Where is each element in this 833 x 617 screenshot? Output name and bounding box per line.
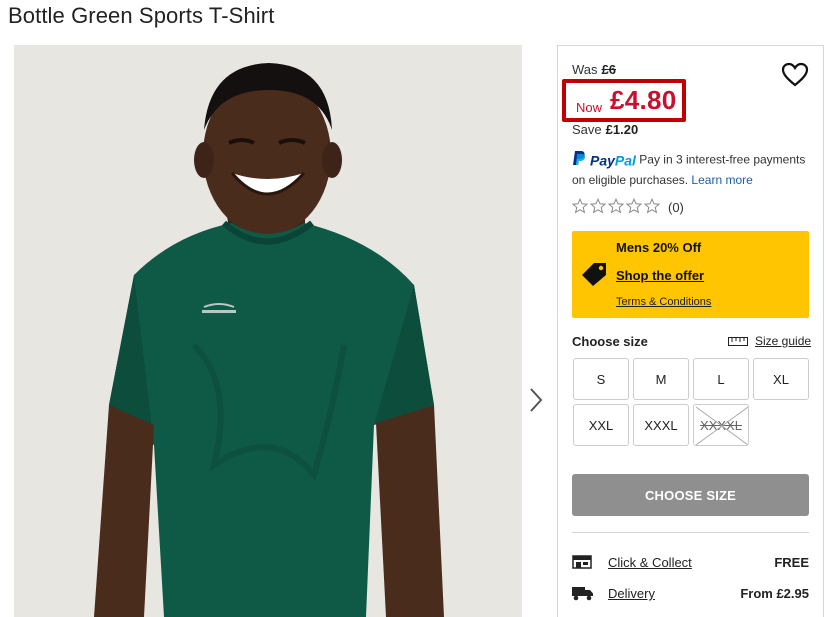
click-collect-price: FREE <box>774 555 809 570</box>
review-count: (0) <box>668 200 684 215</box>
learn-more-link[interactable]: Learn more <box>691 173 752 187</box>
next-image-button[interactable] <box>527 386 545 414</box>
delivery-price: From £2.95 <box>740 586 809 601</box>
price-tag-icon <box>580 261 608 292</box>
product-title: Bottle Green Sports T-Shirt <box>8 3 275 28</box>
heart-icon <box>781 62 809 87</box>
star-icon <box>644 198 660 214</box>
chevron-right-icon <box>530 388 543 412</box>
size-option-xxxxl: XXXXL <box>693 404 749 446</box>
delivery-row: Delivery From £2.95 <box>572 584 809 604</box>
product-photo <box>14 45 522 617</box>
now-label: Now <box>576 100 603 115</box>
paypal-installments: PayPal Pay in 3 interest-free payments o… <box>572 150 817 189</box>
now-price-highlight: Now £4.80 <box>562 79 686 122</box>
delivery-link[interactable]: Delivery <box>608 586 655 601</box>
now-value: £4.80 <box>610 85 677 115</box>
was-price: Was £6 <box>572 62 616 77</box>
ruler-icon <box>728 337 748 346</box>
divider <box>572 532 809 533</box>
paypal-wordmark: PayPal <box>590 152 636 169</box>
product-details-panel: Was £6 Now £4.80 Save £1.20 PayPal Pay in … <box>557 45 824 617</box>
size-option-l[interactable]: L <box>693 358 749 400</box>
size-option-xxxl[interactable]: XXXL <box>633 404 689 446</box>
size-option-label: S <box>596 371 606 387</box>
star-rating <box>572 198 662 217</box>
choose-size-button[interactable]: CHOOSE SIZE <box>572 474 809 516</box>
terms-link[interactable]: Terms & Conditions <box>616 296 711 308</box>
click-collect-row: Click & Collect FREE <box>572 553 809 573</box>
rating[interactable]: (0) <box>572 198 684 217</box>
promo-title: Mens 20% Off <box>616 240 702 255</box>
size-option-label: XXXL <box>644 417 678 433</box>
size-guide-label: Size guide <box>755 334 812 348</box>
was-label: Was <box>572 62 598 77</box>
star-icon <box>626 198 642 214</box>
star-icon <box>572 198 588 214</box>
size-guide-link[interactable]: Size guide <box>728 334 811 348</box>
size-option-label: M <box>655 371 667 387</box>
unavailable-cross <box>695 406 748 445</box>
product-image[interactable] <box>14 45 522 617</box>
size-option-s[interactable]: S <box>573 358 629 400</box>
size-option-label: XXL <box>588 417 614 433</box>
shop-offer-link[interactable]: Shop the offer <box>616 268 704 283</box>
size-option-xxl[interactable]: XXL <box>573 404 629 446</box>
truck-icon <box>572 585 594 604</box>
star-icon <box>590 198 606 214</box>
size-option-m[interactable]: M <box>633 358 689 400</box>
save-value: £1.20 <box>605 122 639 137</box>
save-amount: Save £1.20 <box>572 122 638 137</box>
store-icon <box>572 554 592 573</box>
promo-banner: Mens 20% Off Shop the offer Terms & Cond… <box>572 231 809 318</box>
size-option-label: L <box>717 371 725 387</box>
click-collect-link[interactable]: Click & Collect <box>608 555 692 570</box>
wishlist-button[interactable] <box>781 62 809 88</box>
save-label: Save <box>572 122 602 137</box>
paypal-logo-icon <box>572 150 586 171</box>
was-value: £6 <box>601 62 616 77</box>
choose-size-label: Choose size <box>572 334 648 349</box>
star-icon <box>608 198 624 214</box>
size-option-label: XL <box>773 371 789 387</box>
size-option-xl[interactable]: XL <box>753 358 809 400</box>
